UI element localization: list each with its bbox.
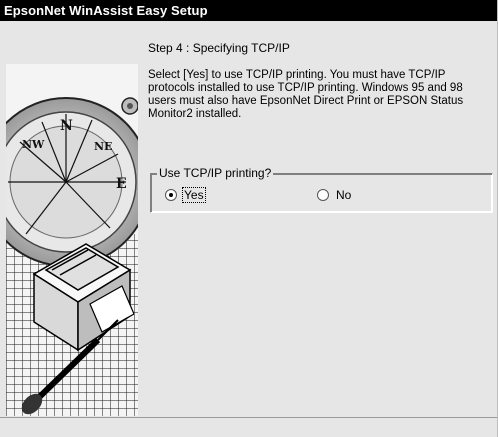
compass-printer-icon: N NE E NW: [6, 64, 138, 416]
window-title-bar[interactable]: EpsonNet WinAssist Easy Setup: [0, 0, 497, 21]
compass-letter-n: N: [60, 118, 73, 134]
compass-printer-illustration: N NE E NW: [6, 64, 138, 416]
no-radio[interactable]: No: [317, 188, 352, 202]
compass-letter-ne: NE: [94, 140, 112, 153]
bottom-divider: [0, 417, 497, 418]
step-instructions: Select [Yes] to use TCP/IP printing. You…: [148, 69, 464, 120]
no-radio-label[interactable]: No: [335, 188, 352, 202]
yes-radio-label[interactable]: Yes: [182, 187, 206, 203]
compass-letter-nw: NW: [22, 138, 45, 151]
yes-radio[interactable]: Yes: [165, 187, 206, 203]
setup-window: EpsonNet WinAssist Easy Setup N NE E NW …: [0, 0, 498, 437]
tcpip-group-legend: Use TCP/IP printing?: [157, 166, 274, 180]
tcpip-group-box: Use TCP/IP printing? Yes No: [150, 166, 493, 213]
compass-letter-e: E: [116, 176, 127, 192]
step-title: Step 4 : Specifying TCP/IP: [148, 41, 290, 55]
yes-radio-circle[interactable]: [165, 189, 177, 201]
no-radio-circle[interactable]: [317, 189, 329, 201]
radio-selected-dot: [169, 193, 173, 197]
wizard-content: Step 4 : Specifying TCP/IP Select [Yes] …: [148, 21, 497, 437]
window-title: EpsonNet WinAssist Easy Setup: [4, 3, 208, 18]
